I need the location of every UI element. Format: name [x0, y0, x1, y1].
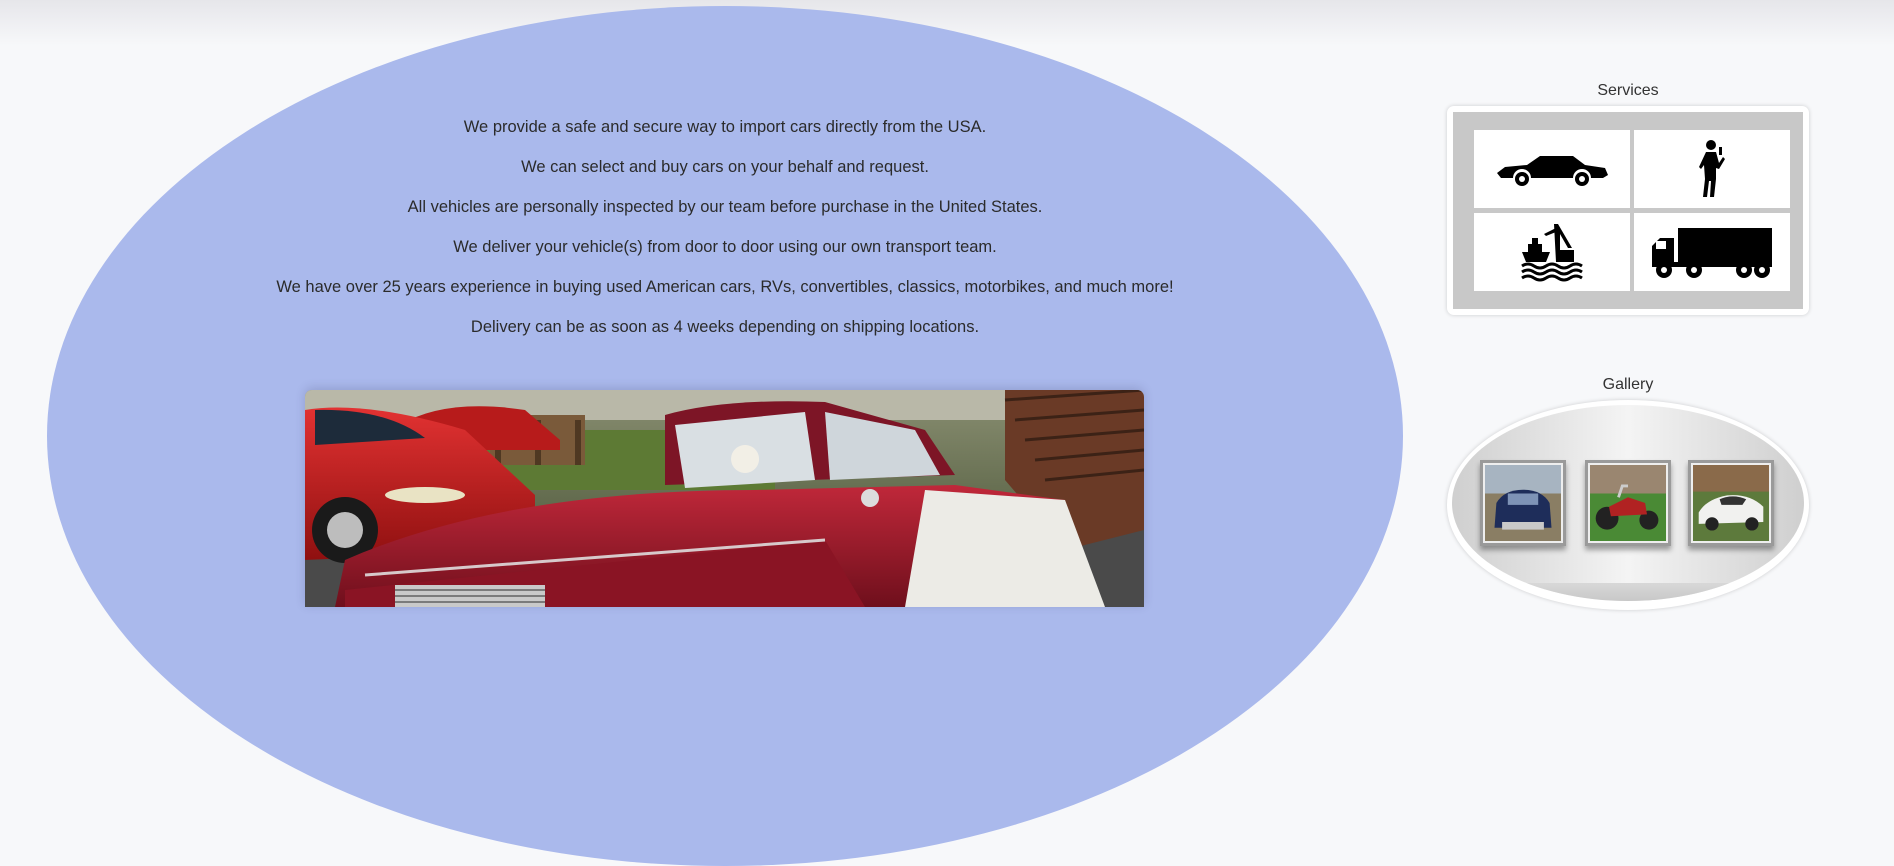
gallery-wall	[1452, 405, 1804, 601]
ship-port-icon	[1521, 224, 1583, 282]
service-tile-shipping[interactable]	[1474, 213, 1630, 291]
services-title: Services	[1597, 82, 1659, 99]
intro-line-2: We can select and buy cars on your behal…	[521, 158, 929, 176]
white-sports-car-photo	[1693, 465, 1769, 541]
motor-trike-photo	[1590, 465, 1666, 541]
service-tile-inspection[interactable]	[1634, 130, 1790, 208]
inspector-person-icon	[1699, 140, 1725, 197]
gallery-title: Gallery	[1602, 376, 1654, 393]
intro-text: We provide a safe and secure way to impo…	[200, 118, 1250, 358]
gallery-floor	[1452, 583, 1804, 601]
intro-line-5: We have over 25 years experience in buyi…	[276, 278, 1174, 296]
services-panel	[1447, 106, 1809, 315]
intro-line-4: We deliver your vehicle(s) from door to …	[453, 238, 997, 256]
gallery-thumb-1[interactable]	[1480, 460, 1566, 546]
truck-icon	[1652, 228, 1772, 278]
intro-line-1: We provide a safe and secure way to impo…	[463, 118, 987, 136]
gallery-thumb-2[interactable]	[1585, 460, 1671, 546]
intro-line-3: All vehicles are personally inspected by…	[407, 198, 1043, 216]
gallery-thumb-3[interactable]	[1688, 460, 1774, 546]
blue-sedan-photo	[1485, 465, 1561, 541]
gallery-panel[interactable]	[1447, 400, 1809, 610]
car-icon	[1496, 156, 1608, 186]
service-tile-transport[interactable]	[1634, 213, 1790, 291]
service-tile-car[interactable]	[1474, 130, 1630, 208]
intro-line-6: Delivery can be as soon as 4 weeks depen…	[470, 318, 980, 336]
hero-car-image	[305, 390, 1144, 607]
